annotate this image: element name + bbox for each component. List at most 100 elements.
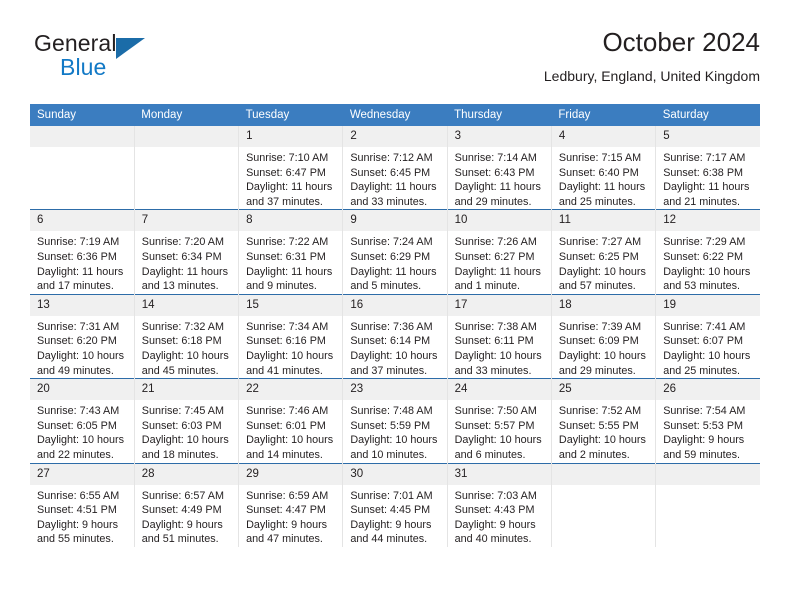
- sunset-text: Sunset: 4:47 PM: [246, 504, 326, 517]
- calendar-day-cell[interactable]: 10 Sunrise: 7:26 AM Sunset: 6:27 PM Dayligh…: [446, 209, 552, 295]
- sunrise-text: Sunrise: 7:38 AM: [454, 320, 537, 333]
- sunrise-text: Sunrise: 7:03 AM: [454, 489, 537, 502]
- calendar-day-cell[interactable]: 6 Sunrise: 7:19 AM Sunset: 6:36 PM Daylight…: [30, 209, 135, 295]
- day-number: [30, 126, 134, 147]
- calendar-day-cell[interactable]: 9 Sunrise: 7:24 AM Sunset: 6:29 PM Daylight…: [342, 209, 448, 295]
- calendar-day-cell[interactable]: 23 Sunrise: 7:48 AM Sunset: 5:59 PM Dayligh…: [342, 378, 448, 463]
- day-details: Sunrise: 7:41 AM Sunset: 6:07 PM Daylight:…: [656, 316, 760, 378]
- daylight-text-line1: Daylight: 9 hours: [663, 434, 745, 447]
- calendar-day-cell[interactable]: 25 Sunrise: 7:52 AM Sunset: 5:55 PM Dayligh…: [550, 378, 656, 463]
- calendar-day-cell[interactable]: 1 Sunrise: 7:10 AM Sunset: 6:47 PM Daylight…: [238, 126, 343, 210]
- sunset-text: Sunset: 6:05 PM: [37, 419, 117, 432]
- calendar-day-cell[interactable]: 8 Sunrise: 7:22 AM Sunset: 6:31 PM Daylight…: [238, 209, 343, 295]
- daylight-text-line1: Daylight: 10 hours: [558, 434, 646, 447]
- day-number: 15: [239, 294, 343, 316]
- day-details: Sunrise: 7:19 AM Sunset: 6:36 PM Daylight:…: [30, 231, 134, 293]
- daylight-text-line1: Daylight: 11 hours: [141, 265, 229, 278]
- daylight-text-line2: and 21 minutes.: [663, 195, 741, 208]
- sunrise-text: Sunrise: 6:59 AM: [246, 489, 329, 502]
- logo-text-blue: Blue: [60, 54, 107, 80]
- calendar-day-cell[interactable]: 16 Sunrise: 7:36 AM Sunset: 6:14 PM Dayligh…: [342, 293, 448, 379]
- sunrise-text: Sunrise: 7:27 AM: [558, 236, 642, 249]
- sunset-text: Sunset: 6:45 PM: [350, 166, 431, 179]
- day-number: 1: [239, 126, 343, 147]
- daylight-text-line2: and 18 minutes.: [141, 448, 219, 461]
- calendar-day-cell[interactable]: 29 Sunrise: 6:59 AM Sunset: 4:47 PM Dayligh…: [238, 462, 343, 547]
- day-number: 2: [343, 126, 447, 147]
- sunset-text: Sunset: 6:40 PM: [558, 166, 639, 179]
- daylight-text-line1: Daylight: 10 hours: [558, 265, 646, 278]
- calendar-day-cell[interactable]: 7 Sunrise: 7:20 AM Sunset: 6:34 PM Daylight…: [133, 209, 239, 295]
- calendar-day-cell[interactable]: 2 Sunrise: 7:12 AM Sunset: 6:45 PM Daylight…: [342, 126, 448, 210]
- calendar-day-cell[interactable]: 27 Sunrise: 6:55 AM Sunset: 4:51 PM Dayligh…: [30, 462, 135, 547]
- calendar-day-cell[interactable]: 31 Sunrise: 7:03 AM Sunset: 4:43 PM Dayligh…: [446, 462, 552, 547]
- sunset-text: Sunset: 5:59 PM: [350, 419, 431, 432]
- calendar-day-cell[interactable]: 20 Sunrise: 7:43 AM Sunset: 6:05 PM Dayligh…: [30, 378, 135, 463]
- daylight-text-line2: and 47 minutes.: [246, 533, 323, 546]
- sunset-text: Sunset: 6:31 PM: [246, 250, 326, 263]
- day-number: 28: [134, 463, 239, 485]
- day-number: 20: [30, 379, 134, 401]
- sunrise-text: Sunrise: 7:50 AM: [454, 405, 537, 418]
- day-details: Sunrise: 7:29 AM Sunset: 6:22 PM Daylight:…: [656, 231, 760, 293]
- daylight-text-line2: and 17 minutes.: [37, 280, 114, 293]
- calendar-day-cell[interactable]: 26 Sunrise: 7:54 AM Sunset: 5:53 PM Dayligh…: [655, 378, 760, 463]
- calendar-day-cell[interactable]: 12 Sunrise: 7:29 AM Sunset: 6:22 PM Dayligh…: [655, 209, 760, 295]
- day-details: Sunrise: 6:57 AM Sunset: 4:49 PM Daylight:…: [135, 485, 238, 547]
- sunrise-text: Sunrise: 7:26 AM: [454, 236, 537, 249]
- calendar-day-cell[interactable]: 13 Sunrise: 7:31 AM Sunset: 6:20 PM Dayligh…: [30, 293, 135, 379]
- daylight-text-line2: and 44 minutes.: [350, 533, 428, 546]
- calendar-day-cell[interactable]: 30 Sunrise: 7:01 AM Sunset: 4:45 PM Dayligh…: [342, 462, 448, 547]
- calendar-day-cell[interactable]: 22 Sunrise: 7:46 AM Sunset: 6:01 PM Dayligh…: [238, 378, 343, 463]
- calendar-day-cell[interactable]: 14 Sunrise: 7:32 AM Sunset: 6:18 PM Dayligh…: [133, 293, 239, 379]
- weekday-header-thursday: Thursday: [447, 104, 552, 126]
- daylight-text-line2: and 51 minutes.: [141, 533, 219, 546]
- day-details: Sunrise: 7:24 AM Sunset: 6:29 PM Daylight:…: [343, 231, 446, 293]
- daylight-text-line2: and 10 minutes.: [350, 448, 428, 461]
- general-blue-logo[interactable]: General Blue: [34, 32, 214, 90]
- calendar-day-cell[interactable]: 4 Sunrise: 7:15 AM Sunset: 6:40 PM Daylight…: [550, 126, 656, 210]
- sunrise-text: Sunrise: 7:20 AM: [141, 236, 225, 249]
- daylight-text-line1: Daylight: 9 hours: [141, 518, 223, 531]
- daylight-text-line1: Daylight: 10 hours: [246, 349, 334, 362]
- calendar-day-cell[interactable]: 24 Sunrise: 7:50 AM Sunset: 5:57 PM Dayligh…: [446, 378, 552, 463]
- sunset-text: Sunset: 6:11 PM: [454, 335, 534, 348]
- day-details: Sunrise: 7:39 AM Sunset: 6:09 PM Daylight:…: [552, 316, 655, 378]
- calendar-day-cell[interactable]: 11 Sunrise: 7:27 AM Sunset: 6:25 PM Dayligh…: [550, 209, 656, 295]
- sunrise-text: Sunrise: 7:36 AM: [350, 320, 433, 333]
- daylight-text-line1: Daylight: 9 hours: [454, 518, 536, 531]
- calendar-day-cell[interactable]: 15 Sunrise: 7:34 AM Sunset: 6:16 PM Dayligh…: [238, 293, 343, 379]
- day-details: Sunrise: 7:22 AM Sunset: 6:31 PM Daylight:…: [239, 231, 342, 293]
- weekday-header-saturday: Saturday: [655, 104, 760, 126]
- day-number: 8: [239, 210, 343, 232]
- calendar-day-cell[interactable]: 28 Sunrise: 6:57 AM Sunset: 4:49 PM Dayligh…: [133, 462, 239, 547]
- calendar-day-cell[interactable]: 19 Sunrise: 7:41 AM Sunset: 6:07 PM Dayligh…: [655, 293, 760, 379]
- weekday-header-friday: Friday: [551, 104, 656, 126]
- sunrise-text: Sunrise: 6:57 AM: [141, 489, 225, 502]
- weekday-header-wednesday: Wednesday: [342, 104, 448, 126]
- sunrise-text: Sunrise: 7:01 AM: [350, 489, 433, 502]
- daylight-text-line1: Daylight: 10 hours: [558, 349, 646, 362]
- daylight-text-line2: and 37 minutes.: [246, 195, 323, 208]
- day-details: Sunrise: 7:50 AM Sunset: 5:57 PM Daylight:…: [448, 400, 551, 462]
- weekday-header-monday: Monday: [134, 104, 239, 126]
- daylight-text-line1: Daylight: 11 hours: [246, 181, 333, 194]
- day-details: Sunrise: 7:54 AM Sunset: 5:53 PM Daylight:…: [656, 400, 760, 462]
- calendar-day-cell[interactable]: 18 Sunrise: 7:39 AM Sunset: 6:09 PM Dayligh…: [550, 293, 656, 379]
- calendar-week-row: 13 Sunrise: 7:31 AM Sunset: 6:20 PM Dayligh…: [30, 293, 760, 379]
- sunrise-text: Sunrise: 7:45 AM: [141, 405, 225, 418]
- daylight-text-line2: and 5 minutes.: [350, 280, 422, 293]
- calendar-day-cell[interactable]: 17 Sunrise: 7:38 AM Sunset: 6:11 PM Dayligh…: [446, 293, 552, 379]
- calendar-week-row: 27 Sunrise: 6:55 AM Sunset: 4:51 PM Dayligh…: [30, 462, 760, 547]
- calendar-day-cell[interactable]: 5 Sunrise: 7:17 AM Sunset: 6:38 PM Daylight…: [655, 126, 760, 210]
- sunrise-text: Sunrise: 7:15 AM: [558, 152, 642, 164]
- sunrise-text: Sunrise: 7:12 AM: [350, 152, 433, 164]
- daylight-text-line1: Daylight: 10 hours: [141, 349, 229, 362]
- sunset-text: Sunset: 6:43 PM: [454, 166, 535, 179]
- daylight-text-line2: and 33 minutes.: [350, 195, 428, 208]
- daylight-text-line1: Daylight: 11 hours: [246, 265, 333, 278]
- calendar-day-cell[interactable]: 21 Sunrise: 7:45 AM Sunset: 6:03 PM Dayligh…: [133, 378, 239, 463]
- sunset-text: Sunset: 4:45 PM: [350, 504, 431, 517]
- daylight-text-line2: and 37 minutes.: [350, 364, 428, 377]
- calendar-day-cell[interactable]: 3 Sunrise: 7:14 AM Sunset: 6:43 PM Daylight…: [446, 126, 552, 210]
